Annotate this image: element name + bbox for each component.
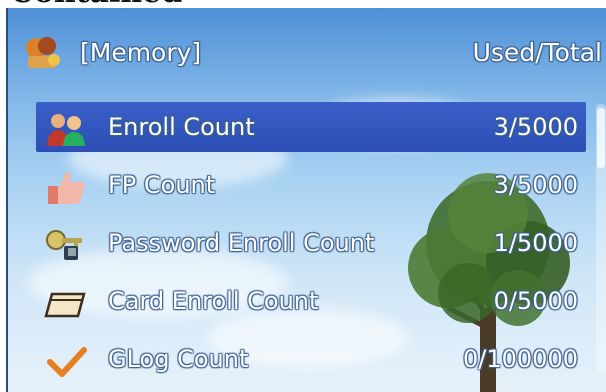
- list-item-password-enroll-count[interactable]: Password Enroll Count 1/5000: [36, 216, 586, 274]
- memory-list: Enroll Count 3/5000 FP Count 3/5000 Pass…: [36, 100, 586, 390]
- list-item-value: 0/5000: [493, 287, 578, 315]
- list-item-value: 3/5000: [493, 113, 578, 141]
- menu-header: [Memory] Used/Total: [8, 18, 606, 78]
- device-screen: [Memory] Used/Total Enroll Count 3/5000: [6, 8, 606, 392]
- header-title: [Memory]: [80, 38, 202, 67]
- scrollbar-thumb[interactable]: [597, 108, 605, 168]
- list-item-value: 3/5000: [493, 171, 578, 199]
- list-item-glog-count[interactable]: GLog Count 0/100000: [36, 332, 586, 390]
- photo-frame: Contained [Memory] Used/Total: [0, 0, 606, 392]
- card-icon: [44, 292, 86, 318]
- list-item-label: FP Count: [108, 171, 216, 199]
- memory-icon: [26, 37, 60, 68]
- list-item-label: Enroll Count: [108, 113, 255, 141]
- list-item-label: GLog Count: [108, 345, 249, 373]
- check-icon: [47, 347, 87, 377]
- caption-text: Contained: [10, 0, 182, 8]
- list-item-enroll-count[interactable]: Enroll Count 3/5000: [36, 100, 586, 158]
- thumb-icon: [48, 172, 85, 204]
- list-item-label: Password Enroll Count: [108, 229, 375, 257]
- list-item-label: Card Enroll Count: [108, 287, 319, 315]
- list-item-value: 0/100000: [463, 345, 578, 373]
- users-icon: [47, 114, 85, 146]
- list-item-card-enroll-count[interactable]: Card Enroll Count 0/5000: [36, 274, 586, 332]
- list-item-fp-count[interactable]: FP Count 3/5000: [36, 158, 586, 216]
- key-icon: [46, 230, 82, 260]
- list-item-value: 1/5000: [493, 229, 578, 257]
- header-used-total-label: Used/Total: [472, 38, 602, 67]
- scrollbar[interactable]: [596, 104, 606, 374]
